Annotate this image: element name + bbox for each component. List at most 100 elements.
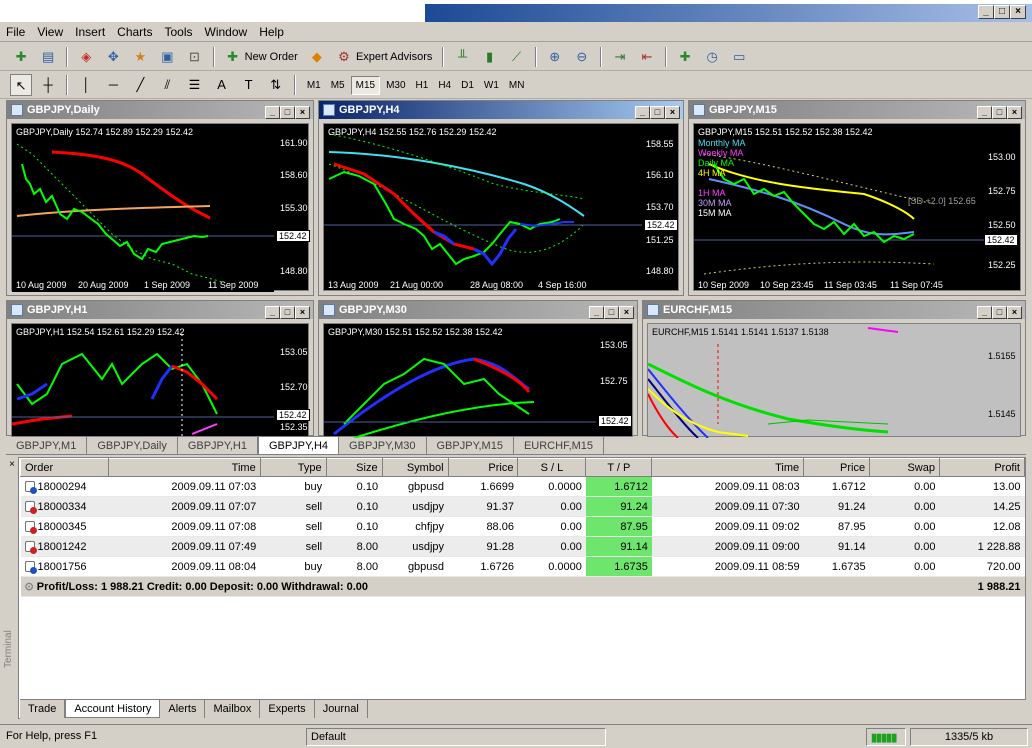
chart-canvas[interactable]: EURCHF,M15 1.5141 1.5141 1.5137 1.5138 1… xyxy=(647,323,1021,438)
crosshair-icon[interactable]: ┼ xyxy=(37,74,59,96)
chart-close-button[interactable]: × xyxy=(1007,106,1022,119)
chart-minimize-button[interactable]: _ xyxy=(977,306,992,319)
text-label-icon[interactable]: T xyxy=(238,74,260,96)
tab-gbpjpy-m30[interactable]: GBPJPY,M30 xyxy=(339,437,427,455)
text-icon[interactable]: A xyxy=(211,74,233,96)
chart-minimize-button[interactable]: _ xyxy=(265,106,280,119)
tab-gbpjpy-m15[interactable]: GBPJPY,M15 xyxy=(427,437,514,455)
metaeditor-icon[interactable]: ◆ xyxy=(306,46,328,68)
timeframe-m30[interactable]: M30 xyxy=(382,77,409,94)
table-row[interactable]: 18000294 2009.09.11 07:03 buy 0.10 gbpusd 1.6… xyxy=(20,476,1025,497)
tab-alerts[interactable]: Alerts xyxy=(160,700,206,718)
terminal-icon[interactable]: ▣ xyxy=(156,46,178,68)
zoom-out-icon[interactable]: ⊖ xyxy=(571,46,593,68)
expert-advisors-button[interactable]: Expert Advisors xyxy=(356,51,432,63)
chart-close-button[interactable]: × xyxy=(665,106,680,119)
templates-icon[interactable]: ▭ xyxy=(728,46,750,68)
minimize-button[interactable]: _ xyxy=(978,5,994,19)
chart-maximize-button[interactable]: □ xyxy=(604,306,619,319)
timeframe-d1[interactable]: D1 xyxy=(457,77,478,94)
line-chart-icon[interactable]: ⟋ xyxy=(506,46,528,68)
chart-close-button[interactable]: × xyxy=(295,306,310,319)
chart-maximize-button[interactable]: □ xyxy=(992,106,1007,119)
column-order[interactable]: Order xyxy=(20,458,109,477)
tab-account-history[interactable]: Account History xyxy=(65,700,161,718)
menu-tools[interactable]: Tools xyxy=(159,22,199,39)
chart-minimize-button[interactable]: _ xyxy=(265,306,280,319)
timeframe-w1[interactable]: W1 xyxy=(480,77,503,94)
column-price[interactable]: Price xyxy=(447,458,519,477)
menu-view[interactable]: View xyxy=(31,22,69,39)
new-chart-icon[interactable]: ✚ xyxy=(10,46,32,68)
navigator-icon[interactable]: ✥ xyxy=(102,46,124,68)
favorites-icon[interactable]: ★ xyxy=(129,46,151,68)
tab-gbpjpy-h4[interactable]: GBPJPY,H4 xyxy=(257,436,340,454)
tab-mailbox[interactable]: Mailbox xyxy=(205,700,261,718)
table-row[interactable]: 18001756 2009.09.11 08:04 buy 8.00 gbpusd 1.6… xyxy=(20,556,1025,577)
chart-minimize-button[interactable]: _ xyxy=(589,306,604,319)
zoom-in-icon[interactable]: ⊕ xyxy=(544,46,566,68)
auto-scroll-icon[interactable]: ⇥ xyxy=(609,46,631,68)
trendline-icon[interactable]: ╱ xyxy=(129,74,151,96)
chart-maximize-button[interactable]: □ xyxy=(280,106,295,119)
chart-window-h4[interactable]: GBPJPY,H4 _ □ × GBPJPY,H4 152.55 152.76 152… xyxy=(318,100,684,296)
fibonacci-icon[interactable]: ☰ xyxy=(184,74,206,96)
menu-window[interactable]: Window xyxy=(199,22,254,39)
profiles-icon[interactable]: ▤ xyxy=(37,46,59,68)
column-profit[interactable]: Profit xyxy=(939,458,1025,477)
tab-eurchf-m15[interactable]: EURCHF,M15 xyxy=(514,437,605,455)
chart-title-bar[interactable]: EURCHF,M15 _ □ × xyxy=(643,301,1025,319)
chart-minimize-button[interactable]: _ xyxy=(977,106,992,119)
market-watch-icon[interactable]: ◈ xyxy=(75,46,97,68)
column-close-time[interactable]: Time xyxy=(651,458,805,477)
table-row[interactable]: 18001242 2009.09.11 07:49 sell 8.00 usdjpy 91… xyxy=(20,536,1025,557)
strategy-tester-icon[interactable]: ⊡ xyxy=(184,46,206,68)
indicators-icon[interactable]: ✚ xyxy=(674,46,696,68)
table-row[interactable]: 18000345 2009.09.11 07:08 sell 0.10 chfjpy 88… xyxy=(20,516,1025,537)
timeframe-mn[interactable]: MN xyxy=(505,77,529,94)
chart-canvas[interactable]: GBPJPY,M30 152.51 152.52 152.38 152.42 1… xyxy=(323,323,633,438)
menu-help[interactable]: Help xyxy=(253,22,290,39)
column-swap[interactable]: Swap xyxy=(869,458,940,477)
chart-window-daily[interactable]: GBPJPY,Daily _ □ × GBPJPY,Daily 152.74 152.… xyxy=(6,100,314,296)
timeframe-h1[interactable]: H1 xyxy=(412,77,433,94)
chart-canvas[interactable]: GBPJPY,H4 152.55 152.76 152.29 152.42 15… xyxy=(323,123,679,291)
chart-close-button[interactable]: × xyxy=(295,106,310,119)
tab-gbpjpy-h1[interactable]: GBPJPY,H1 xyxy=(178,437,258,455)
new-order-icon[interactable]: ✚ xyxy=(222,46,244,68)
chart-title-bar[interactable]: GBPJPY,M30 _ □ × xyxy=(319,301,637,319)
menu-file[interactable]: File xyxy=(0,22,31,39)
expert-advisors-icon[interactable]: ⚙ xyxy=(333,46,355,68)
table-row[interactable]: 18000334 2009.09.11 07:07 sell 0.10 usdjpy 91… xyxy=(20,496,1025,517)
column-symbol[interactable]: Symbol xyxy=(381,458,449,477)
chart-shift-icon[interactable]: ⇤ xyxy=(636,46,658,68)
column-sl[interactable]: S / L xyxy=(517,458,587,477)
timeframe-m1[interactable]: M1 xyxy=(303,77,325,94)
restore-button[interactable]: □ xyxy=(994,5,1010,19)
column-size[interactable]: Size xyxy=(325,458,383,477)
chart-title-bar[interactable]: GBPJPY,H1 _ □ × xyxy=(7,301,313,319)
tab-experts[interactable]: Experts xyxy=(260,700,315,718)
equidistant-channel-icon[interactable]: ⫽ xyxy=(156,74,178,96)
chart-window-m30[interactable]: GBPJPY,M30 _ □ × GBPJPY,M30 152.51 152.52 1… xyxy=(318,300,638,438)
chart-title-bar[interactable]: GBPJPY,Daily _ □ × xyxy=(7,101,313,119)
chart-close-button[interactable]: × xyxy=(619,306,634,319)
timeframe-m5[interactable]: M5 xyxy=(327,77,349,94)
timeframe-h4[interactable]: H4 xyxy=(434,77,455,94)
chart-close-button[interactable]: × xyxy=(1007,306,1022,319)
new-order-button[interactable]: New Order xyxy=(245,51,298,63)
tab-trade[interactable]: Trade xyxy=(20,700,66,718)
tab-gbpjpy-daily[interactable]: GBPJPY,Daily xyxy=(87,437,178,455)
column-type[interactable]: Type xyxy=(259,458,327,477)
timeframe-m15[interactable]: M15 xyxy=(350,75,381,95)
chart-canvas[interactable]: GBPJPY,Daily 152.74 152.89 152.29 152.42… xyxy=(11,123,310,292)
chart-maximize-button[interactable]: □ xyxy=(280,306,295,319)
column-close-price[interactable]: Price xyxy=(803,458,871,477)
arrows-icon[interactable]: ⇅ xyxy=(265,74,287,96)
periods-icon[interactable]: ◷ xyxy=(701,46,723,68)
cursor-icon[interactable]: ↖ xyxy=(10,74,33,96)
chart-window-m15[interactable]: GBPJPY,M15 _ □ × GBPJPY,M15 152.51 152.52 1… xyxy=(688,100,1026,296)
candlestick-icon[interactable]: ▮ xyxy=(479,46,501,68)
vertical-line-icon[interactable]: │ xyxy=(75,74,97,96)
chart-canvas[interactable]: GBPJPY,H1 152.54 152.61 152.29 152.42 15… xyxy=(11,323,310,438)
